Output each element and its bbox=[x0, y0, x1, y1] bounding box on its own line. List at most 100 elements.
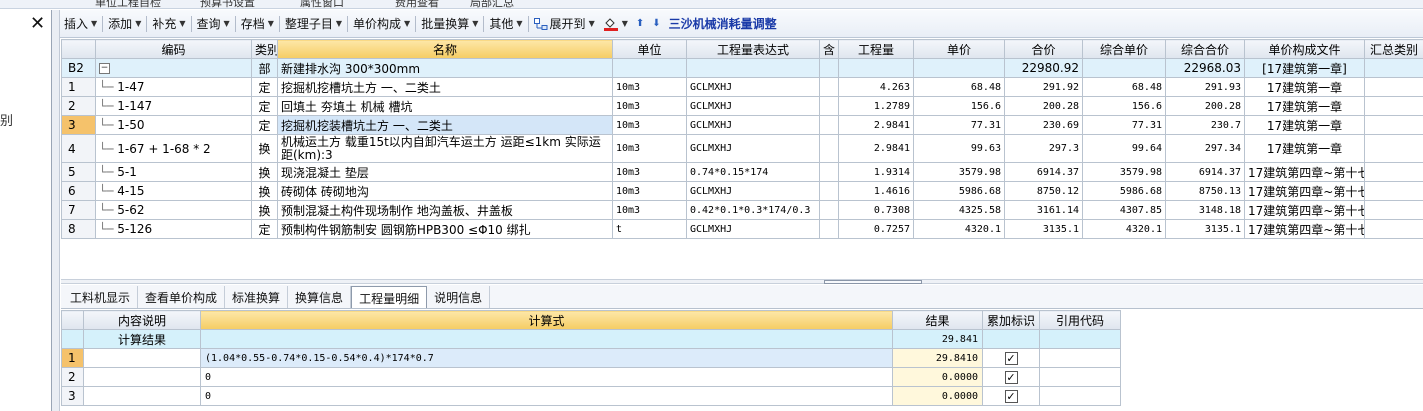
tab-conversion-info[interactable]: 换算信息 bbox=[288, 286, 352, 308]
total-price-cell[interactable]: 3161.14 bbox=[1004, 200, 1083, 220]
tab-labor-material-machine[interactable]: 工料机显示 bbox=[63, 286, 139, 308]
down-arrow-icon[interactable]: ⬇ bbox=[652, 18, 660, 29]
table-row[interactable]: 6 └─ 4-15 换 砖砌体 砖砌地沟 10m3 GCLMXHJ 1.4616… bbox=[61, 181, 1423, 201]
collapse-icon[interactable]: − bbox=[99, 63, 110, 74]
checkbox[interactable]: ✓ bbox=[1004, 390, 1018, 403]
contains-cell[interactable] bbox=[819, 115, 839, 135]
total-price-cell[interactable]: 230.69 bbox=[1004, 115, 1083, 135]
row-number[interactable]: 3 bbox=[61, 115, 96, 135]
formula-cell[interactable]: (1.04*0.55-0.74*0.15-0.54*0.4)*174*0.7 bbox=[200, 348, 893, 368]
total-price-cell[interactable]: 22980.92 bbox=[1004, 58, 1083, 78]
unit-cell[interactable]: 10m3 bbox=[612, 115, 687, 135]
price-file-cell[interactable]: 17建筑第一章 bbox=[1244, 96, 1365, 116]
category-cell[interactable]: 部 bbox=[251, 58, 278, 78]
quantity-cell[interactable]: 1.9314 bbox=[838, 162, 914, 182]
table-row[interactable]: 2 └─ 1-147 定 回填土 夯填土 机械 槽坑 10m3 GCLMXHJ … bbox=[61, 96, 1423, 116]
summary-category-cell[interactable] bbox=[1364, 115, 1423, 135]
organize-items-menu[interactable]: 整理子目 ▼ bbox=[285, 15, 342, 32]
column-header[interactable]: 综合单价 bbox=[1082, 39, 1166, 59]
up-arrow-icon[interactable]: ⬆ bbox=[636, 18, 644, 29]
quantity-cell[interactable]: 0.7308 bbox=[838, 200, 914, 220]
description-cell[interactable] bbox=[83, 367, 201, 387]
tab-unit-price-composition[interactable]: 查看单价构成 bbox=[138, 286, 226, 308]
category-cell[interactable]: 定 bbox=[251, 115, 278, 135]
add-menu[interactable]: 添加 ▼ bbox=[108, 15, 141, 32]
unit-cell[interactable] bbox=[612, 58, 687, 78]
table-row-selected[interactable]: 3 └─ 1-50 定 挖掘机挖装槽坑土方 一、二类土 10m3 GCLMXHJ… bbox=[61, 115, 1423, 135]
comprehensive-unit-price-cell[interactable]: 4307.85 bbox=[1082, 200, 1166, 220]
comprehensive-unit-price-cell[interactable]: 99.64 bbox=[1082, 134, 1166, 163]
unit-price-cell[interactable]: 77.31 bbox=[913, 115, 1005, 135]
summary-category-cell[interactable] bbox=[1364, 134, 1423, 163]
summary-category-cell[interactable] bbox=[1364, 219, 1423, 239]
unit-price-cell[interactable]: 156.6 bbox=[913, 96, 1005, 116]
column-header[interactable]: 累加标识 bbox=[982, 310, 1040, 330]
top-strip-item[interactable]: 费用查看 bbox=[395, 0, 439, 8]
expression-cell[interactable]: GCLMXHJ bbox=[686, 134, 820, 163]
total-price-cell[interactable]: 8750.12 bbox=[1004, 181, 1083, 201]
tab-description-info[interactable]: 说明信息 bbox=[427, 286, 491, 308]
expand-to-menu[interactable]: 展开到 ▼ bbox=[533, 15, 595, 32]
category-cell[interactable]: 换 bbox=[251, 162, 278, 182]
tab-standard-conversion[interactable]: 标准换算 bbox=[225, 286, 289, 308]
comprehensive-unit-price-cell[interactable]: 5986.68 bbox=[1082, 181, 1166, 201]
contains-cell[interactable] bbox=[819, 96, 839, 116]
code-cell[interactable]: └─ 5-62 bbox=[95, 200, 252, 220]
expression-cell[interactable] bbox=[686, 58, 820, 78]
total-price-cell[interactable]: 3135.1 bbox=[1004, 219, 1083, 239]
comprehensive-unit-price-cell[interactable]: 4320.1 bbox=[1082, 219, 1166, 239]
total-price-cell[interactable]: 6914.37 bbox=[1004, 162, 1083, 182]
batch-convert-menu[interactable]: 批量换算 ▼ bbox=[421, 15, 478, 32]
category-cell[interactable]: 换 bbox=[251, 200, 278, 220]
comprehensive-total-cell[interactable]: 3135.1 bbox=[1165, 219, 1245, 239]
row-number[interactable]: 8 bbox=[61, 219, 96, 239]
comprehensive-total-cell[interactable]: 200.28 bbox=[1165, 96, 1245, 116]
price-file-cell[interactable]: 17建筑第四章~第十七 bbox=[1244, 200, 1365, 220]
unit-price-cell[interactable]: 68.48 bbox=[913, 77, 1005, 97]
contains-cell[interactable] bbox=[819, 219, 839, 239]
column-header[interactable]: 合价 bbox=[1004, 39, 1083, 59]
column-header[interactable]: 工程量 bbox=[838, 39, 914, 59]
unit-price-cell[interactable]: 4320.1 bbox=[913, 219, 1005, 239]
top-strip-item[interactable]: 属性窗口 bbox=[300, 0, 344, 8]
name-cell[interactable]: 新建排水沟 300*300mm bbox=[277, 58, 613, 78]
unit-cell[interactable]: t bbox=[612, 219, 687, 239]
category-cell[interactable]: 定 bbox=[251, 77, 278, 97]
comprehensive-total-cell[interactable]: 6914.37 bbox=[1165, 162, 1245, 182]
code-cell[interactable]: └─ 1-147 bbox=[95, 96, 252, 116]
row-number[interactable]: 6 bbox=[61, 181, 96, 201]
unit-price-cell[interactable]: 99.63 bbox=[913, 134, 1005, 163]
unit-cell[interactable]: 10m3 bbox=[612, 96, 687, 116]
category-cell[interactable]: 换 bbox=[251, 181, 278, 201]
row-number[interactable]: 5 bbox=[61, 162, 96, 182]
table-row[interactable]: 4 └─ 1-67 + 1-68 * 2 换 机械运土方 载重15t以内自卸汽车… bbox=[61, 134, 1423, 163]
row-number[interactable]: 4 bbox=[61, 134, 96, 163]
sansha-machine-consumption-adjust-button[interactable]: 三沙机械消耗量调整 bbox=[669, 15, 777, 32]
category-cell[interactable]: 定 bbox=[251, 96, 278, 116]
column-header[interactable]: 汇总类别 bbox=[1364, 39, 1423, 59]
column-header[interactable]: 单价构成文件 bbox=[1244, 39, 1365, 59]
column-header[interactable]: 编码 bbox=[95, 39, 252, 59]
name-cell[interactable]: 回填土 夯填土 机械 槽坑 bbox=[277, 96, 613, 116]
column-header[interactable]: 结果 bbox=[892, 310, 983, 330]
unit-price-cell[interactable]: 5986.68 bbox=[913, 181, 1005, 201]
comprehensive-unit-price-cell[interactable]: 77.31 bbox=[1082, 115, 1166, 135]
row-number[interactable]: 1 bbox=[61, 348, 84, 368]
summary-category-cell[interactable] bbox=[1364, 162, 1423, 182]
column-header[interactable]: 单位 bbox=[612, 39, 687, 59]
price-file-cell[interactable]: 17建筑第一章 bbox=[1244, 77, 1365, 97]
row-number[interactable]: 2 bbox=[61, 96, 96, 116]
quantity-cell[interactable]: 1.4616 bbox=[838, 181, 914, 201]
unit-cell[interactable]: 10m3 bbox=[612, 200, 687, 220]
code-cell[interactable]: └─ 1-47 bbox=[95, 77, 252, 97]
price-file-cell[interactable]: 17建筑第四章~第十七 bbox=[1244, 181, 1365, 201]
price-file-cell[interactable]: [17建筑第一章] bbox=[1244, 58, 1365, 78]
column-header[interactable]: 单价 bbox=[913, 39, 1005, 59]
code-cell[interactable]: └─ 1-50 bbox=[95, 115, 252, 135]
summary-category-cell[interactable] bbox=[1364, 181, 1423, 201]
row-number[interactable]: 1 bbox=[61, 77, 96, 97]
table-row[interactable]: 1 └─ 1-47 定 挖掘机挖槽坑土方 一、二类土 10m3 GCLMXHJ … bbox=[61, 77, 1423, 97]
name-cell[interactable]: 现浇混凝土 垫层 bbox=[277, 162, 613, 182]
contains-cell[interactable] bbox=[819, 181, 839, 201]
archive-menu[interactable]: 存档 ▼ bbox=[241, 15, 274, 32]
